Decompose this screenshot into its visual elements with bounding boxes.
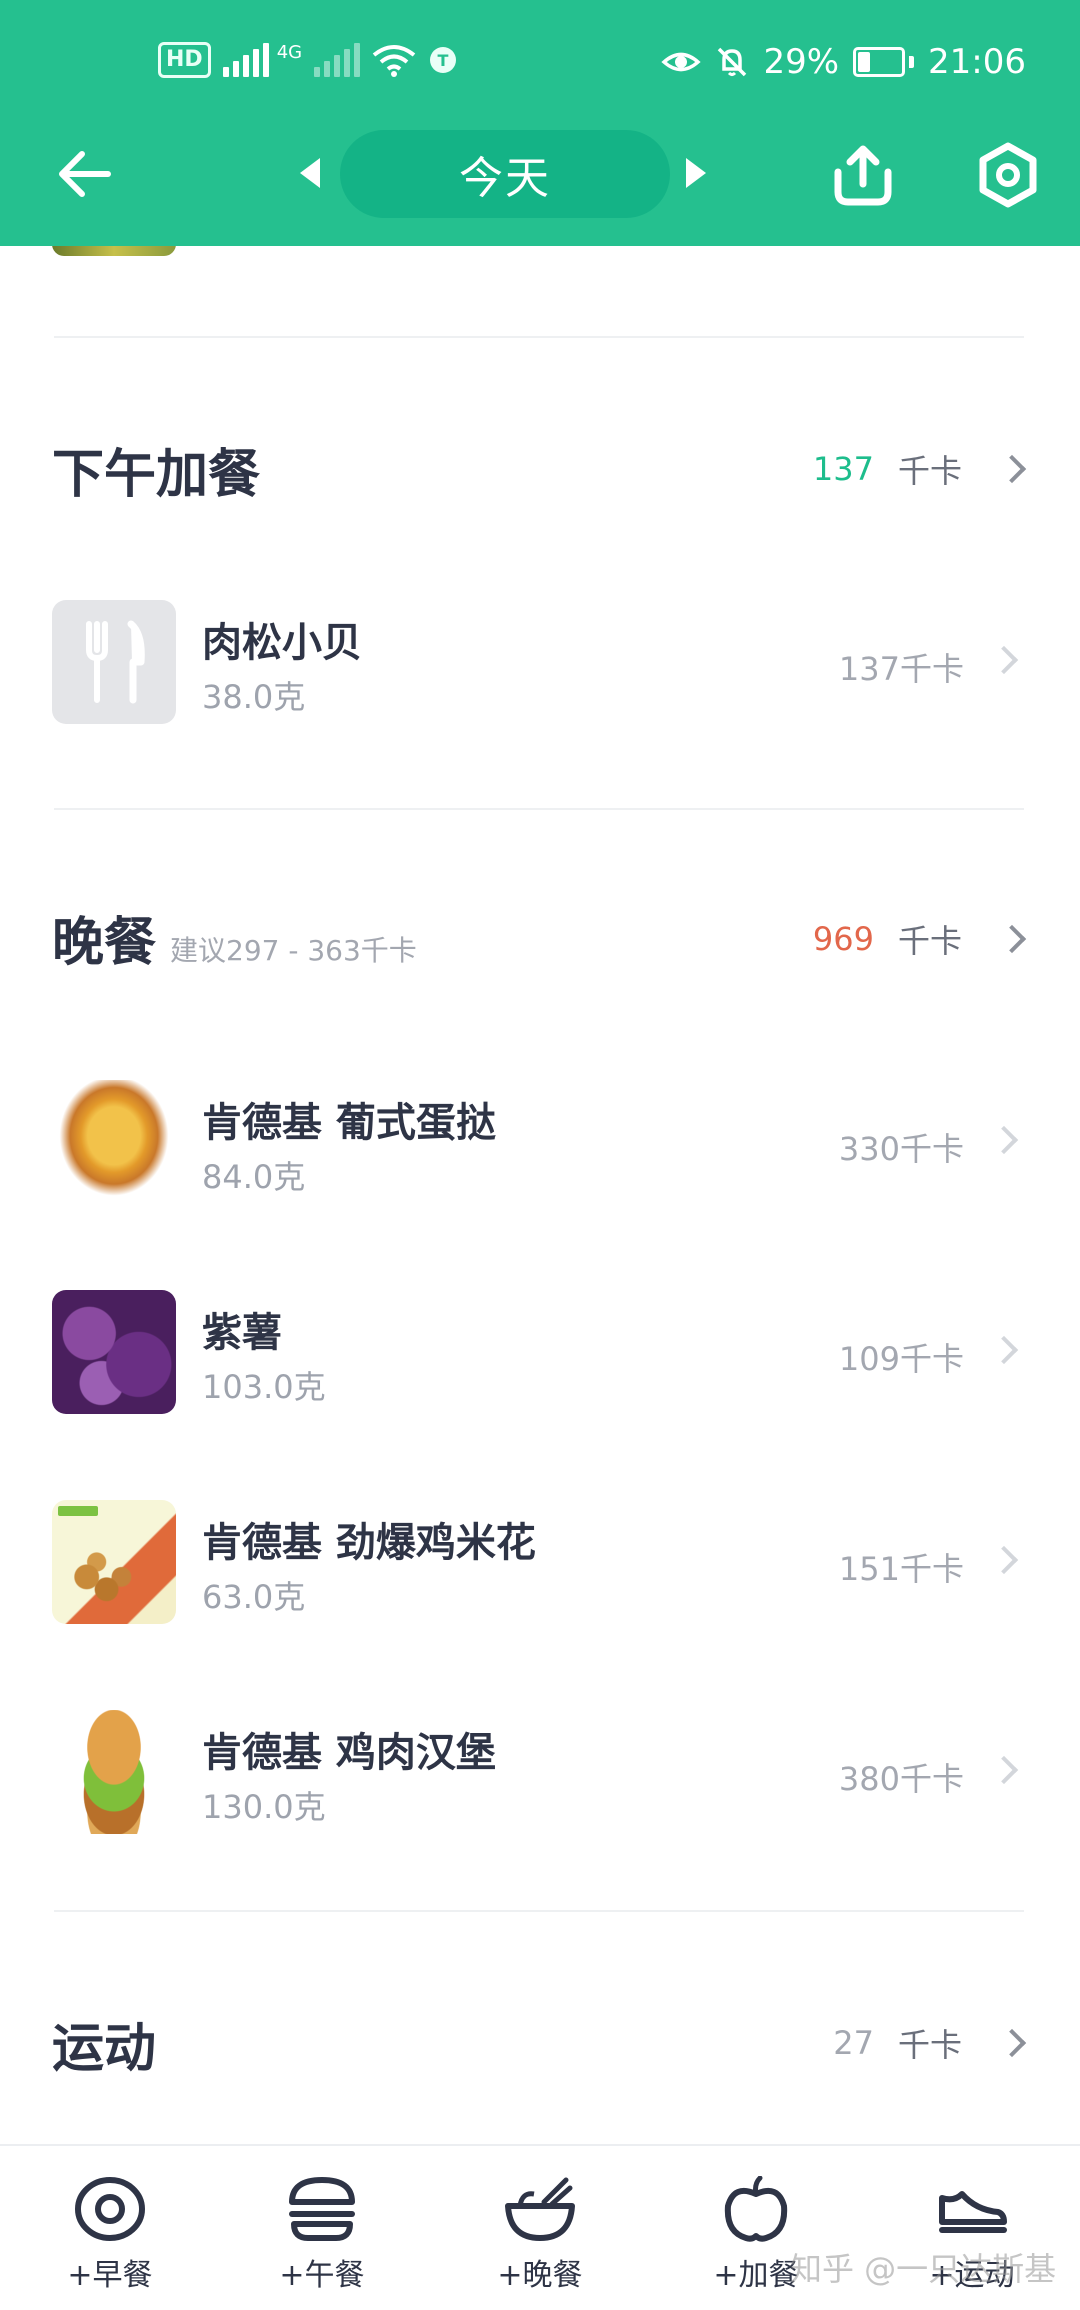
- dinner-kcal: 969: [812, 920, 874, 958]
- cell-signal-2-icon: [314, 43, 361, 77]
- food-name: 肉松小贝: [202, 620, 362, 666]
- cell-signal-icon: [222, 43, 269, 77]
- dinner-summary[interactable]: 969 千卡: [812, 916, 1027, 962]
- food-kcal: 330千卡: [838, 1130, 964, 1168]
- sneaker-icon: [939, 2191, 1007, 2233]
- settings-icon: [979, 142, 1037, 208]
- section-title-afternoon-snack: 下午加餐: [52, 432, 260, 507]
- dinner-suggestion: 建议297 - 363千卡: [170, 934, 417, 967]
- food-name: 肯德基 鸡肉汉堡: [202, 1730, 496, 1776]
- chevron-right-icon: [989, 1125, 1019, 1155]
- section-title-dinner: 晚餐 建议297 - 363千卡: [52, 900, 417, 975]
- mute-bell-icon: [718, 47, 747, 77]
- divider: [54, 1910, 1024, 1912]
- tab-label: +加餐: [713, 2258, 799, 2293]
- back-arrow-icon: [59, 151, 111, 197]
- chevron-right-icon: [989, 1755, 1019, 1785]
- diary-content[interactable]: 下午加餐 137 千卡 肉松小贝 38.0克 137千卡 晚餐 建议297 - …: [0, 246, 1080, 2144]
- food-amount: 130.0克: [202, 1788, 326, 1826]
- battery-icon: [853, 47, 915, 77]
- svg-text:T: T: [438, 51, 449, 70]
- food-kcal: 109千卡: [838, 1340, 964, 1378]
- popcorn-chicken-image: [52, 1500, 176, 1624]
- food-kcal: 380千卡: [838, 1760, 964, 1798]
- food-thumbnail: [52, 600, 176, 724]
- tab-label: +晚餐: [497, 2258, 583, 2293]
- section-title-exercise: 运动: [52, 2006, 156, 2081]
- add-breakfast-button[interactable]: +早餐: [30, 2176, 190, 2294]
- share-upload-icon: [834, 145, 892, 206]
- date-selector[interactable]: 今天: [340, 130, 670, 218]
- app-notification-icon: T: [430, 47, 457, 73]
- eye-comfort-icon: [661, 52, 702, 72]
- food-amount: 38.0克: [202, 678, 306, 716]
- tab-label: +午餐: [279, 2258, 365, 2293]
- network-type: 4G: [276, 42, 303, 63]
- status-bar: HD 4G T 29% 21:06: [0, 0, 1080, 126]
- add-lunch-button[interactable]: +午餐: [242, 2176, 402, 2294]
- bowl-icon: [505, 2177, 575, 2241]
- food-item-chicken-burger[interactable]: 肯德基 鸡肉汉堡 130.0克 380千卡: [0, 1710, 1080, 1840]
- status-left: HD 4G T: [158, 42, 458, 78]
- chevron-right-icon: [997, 454, 1027, 484]
- afternoon-snack-title: 下午加餐: [52, 445, 261, 505]
- exercise-kcal: 27: [833, 2024, 874, 2062]
- dinner-title: 晚餐: [52, 913, 157, 973]
- food-item-popcorn-chicken[interactable]: 肯德基 劲爆鸡米花 63.0克 151千卡: [0, 1500, 1080, 1630]
- chevron-right-icon: [989, 1335, 1019, 1365]
- fork-knife-icon: [86, 620, 145, 704]
- food-item-egg-tart[interactable]: 肯德基 葡式蛋挞 84.0克 330千卡: [0, 1080, 1080, 1210]
- food-name: 紫薯: [202, 1310, 282, 1356]
- afternoon-snack-summary[interactable]: 137 千卡: [812, 446, 1027, 492]
- tab-label: +早餐: [67, 2258, 153, 2293]
- burger-icon: [289, 2177, 355, 2241]
- prev-day-icon[interactable]: [300, 158, 320, 188]
- wifi-icon: [372, 45, 416, 77]
- food-item-purple-sweet-potato[interactable]: 紫薯 103.0克 109千卡: [0, 1290, 1080, 1420]
- watermark: 知乎 @一只达斯基: [790, 2250, 1057, 2288]
- food-item-rousong-xiaobei[interactable]: 肉松小贝 38.0克 137千卡: [0, 600, 1080, 730]
- status-right: 29% 21:06: [661, 42, 1026, 82]
- divider: [54, 336, 1024, 338]
- chevron-right-icon: [997, 2028, 1027, 2058]
- diet-log-screen: HD 4G T 29% 21:06 今天 下午加餐 137 千卡 肉松小贝 38…: [0, 0, 1080, 2310]
- exercise-unit: 千卡: [897, 2026, 962, 2064]
- previous-food-thumbnail: [52, 246, 176, 256]
- purple-sweet-potato-image: [52, 1290, 176, 1414]
- food-amount: 63.0克: [202, 1578, 306, 1616]
- divider: [54, 808, 1024, 810]
- fried-egg-icon: [75, 2177, 145, 2241]
- chevron-right-icon: [997, 924, 1027, 954]
- food-kcal: 151千卡: [838, 1550, 964, 1588]
- next-day-icon[interactable]: [686, 158, 706, 188]
- afternoon-snack-unit: 千卡: [897, 452, 962, 490]
- back-button[interactable]: [52, 142, 116, 206]
- app-header: HD 4G T 29% 21:06 今天: [0, 0, 1080, 246]
- add-dinner-button[interactable]: +晚餐: [460, 2176, 620, 2294]
- clock: 21:06: [928, 42, 1026, 82]
- food-amount: 84.0克: [202, 1158, 306, 1196]
- egg-tart-image: [52, 1080, 176, 1204]
- chevron-right-icon: [989, 1545, 1019, 1575]
- exercise-summary[interactable]: 27 千卡: [833, 2020, 1027, 2066]
- apple-icon: [724, 2176, 788, 2242]
- dinner-unit: 千卡: [897, 922, 962, 960]
- afternoon-snack-kcal: 137: [812, 450, 874, 488]
- chevron-right-icon: [989, 645, 1019, 675]
- battery-percent: 29%: [763, 42, 840, 82]
- exercise-title: 运动: [52, 2019, 157, 2079]
- food-amount: 103.0克: [202, 1368, 326, 1406]
- food-name: 肯德基 劲爆鸡米花: [202, 1520, 536, 1566]
- food-name: 肯德基 葡式蛋挞: [202, 1100, 496, 1146]
- chicken-burger-image: [52, 1710, 176, 1834]
- share-button[interactable]: [830, 142, 896, 208]
- hd-badge: HD: [158, 42, 211, 78]
- food-kcal: 137千卡: [838, 650, 964, 688]
- settings-button[interactable]: [975, 142, 1041, 208]
